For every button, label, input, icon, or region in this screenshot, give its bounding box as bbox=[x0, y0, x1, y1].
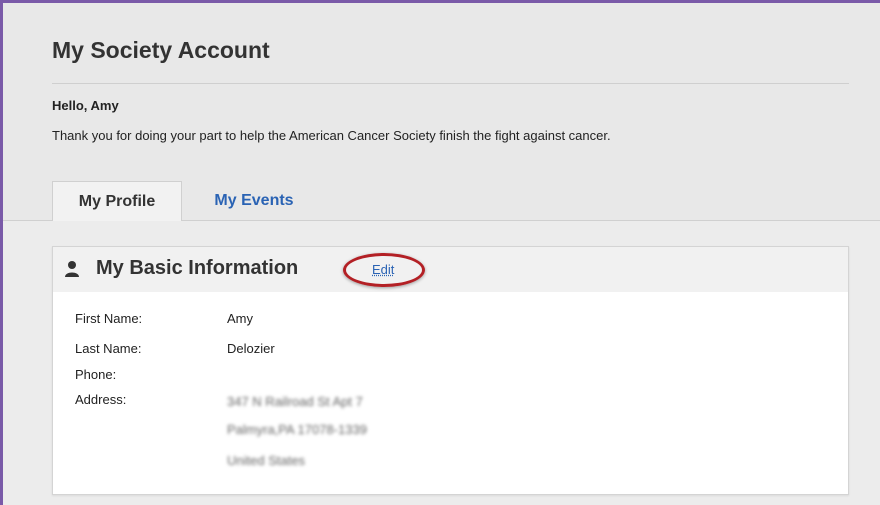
address-label: Address: bbox=[75, 392, 127, 407]
tab-my-profile[interactable]: My Profile bbox=[52, 181, 182, 221]
phone-label: Phone: bbox=[75, 367, 117, 382]
address-line-2: Palmyra,PA 17078-1339 bbox=[227, 422, 367, 437]
basic-information-card: My Basic Information Edit First Name: Am… bbox=[52, 246, 849, 495]
card-header: My Basic Information Edit bbox=[53, 247, 848, 292]
last-name-label: Last Name: bbox=[75, 341, 142, 356]
address-line-3: United States bbox=[227, 453, 306, 468]
person-icon bbox=[65, 261, 79, 277]
greeting-text: Hello, Amy bbox=[52, 98, 119, 113]
title-divider bbox=[52, 83, 849, 84]
intro-text: Thank you for doing your part to help th… bbox=[52, 128, 611, 143]
first-name-value: Amy bbox=[227, 311, 253, 326]
edit-link[interactable]: Edit bbox=[372, 262, 394, 277]
last-name-value: Delozier bbox=[227, 341, 275, 356]
first-name-label: First Name: bbox=[75, 311, 143, 326]
tab-my-events[interactable]: My Events bbox=[194, 181, 314, 221]
card-title: My Basic Information bbox=[96, 257, 299, 279]
page-title: My Society Account bbox=[52, 37, 270, 63]
address-line-1: 347 N Railroad St Apt 7 bbox=[227, 394, 363, 409]
